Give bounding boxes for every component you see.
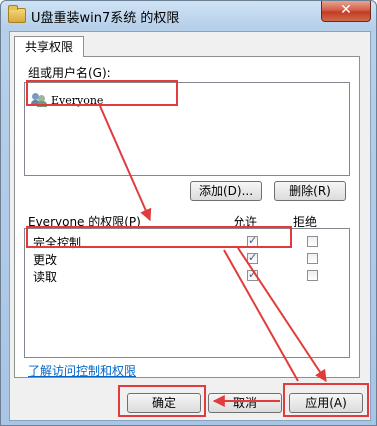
perm-name: 完全控制 xyxy=(33,236,82,250)
remove-button[interactable]: 删除(R) xyxy=(274,181,346,201)
group-label: 组或用户名(G): xyxy=(28,66,111,80)
list-item-everyone[interactable]: Everyone xyxy=(31,91,103,109)
deny-checkbox-read[interactable] xyxy=(307,270,318,281)
learn-more-link[interactable]: 了解访问控制和权限 xyxy=(28,362,136,379)
cancel-button[interactable]: 取消 xyxy=(208,393,282,413)
ok-button[interactable]: 确定 xyxy=(127,393,201,413)
perm-row-full-control: 完全控制 xyxy=(25,233,343,251)
folder-icon xyxy=(8,5,26,23)
deny-checkbox-full-control[interactable] xyxy=(307,236,318,247)
perm-name: 读取 xyxy=(33,270,58,284)
perm-row-change: 更改 xyxy=(25,250,343,268)
users-icon xyxy=(31,93,47,107)
users-listbox[interactable]: Everyone xyxy=(24,82,350,176)
list-item-label: Everyone xyxy=(51,93,104,107)
close-button[interactable]: ✕ xyxy=(321,1,371,22)
permissions-table: 完全控制 更改 读取 xyxy=(24,228,350,358)
allow-checkbox-change[interactable] xyxy=(247,251,258,264)
title-bar[interactable]: U盘重装win7系统 的权限 ✕ xyxy=(1,1,376,31)
allow-checkbox-full-control[interactable] xyxy=(247,234,258,247)
tab-share-permissions[interactable]: 共享权限 xyxy=(14,36,84,57)
perm-name: 更改 xyxy=(33,253,58,267)
deny-checkbox-change[interactable] xyxy=(307,253,318,264)
apply-button[interactable]: 应用(A) xyxy=(289,393,363,413)
add-button[interactable]: 添加(D)... xyxy=(190,181,262,201)
perm-row-read: 读取 xyxy=(25,267,343,285)
allow-checkbox-read[interactable] xyxy=(247,268,258,281)
window-title: U盘重装win7系统 的权限 xyxy=(31,11,180,26)
